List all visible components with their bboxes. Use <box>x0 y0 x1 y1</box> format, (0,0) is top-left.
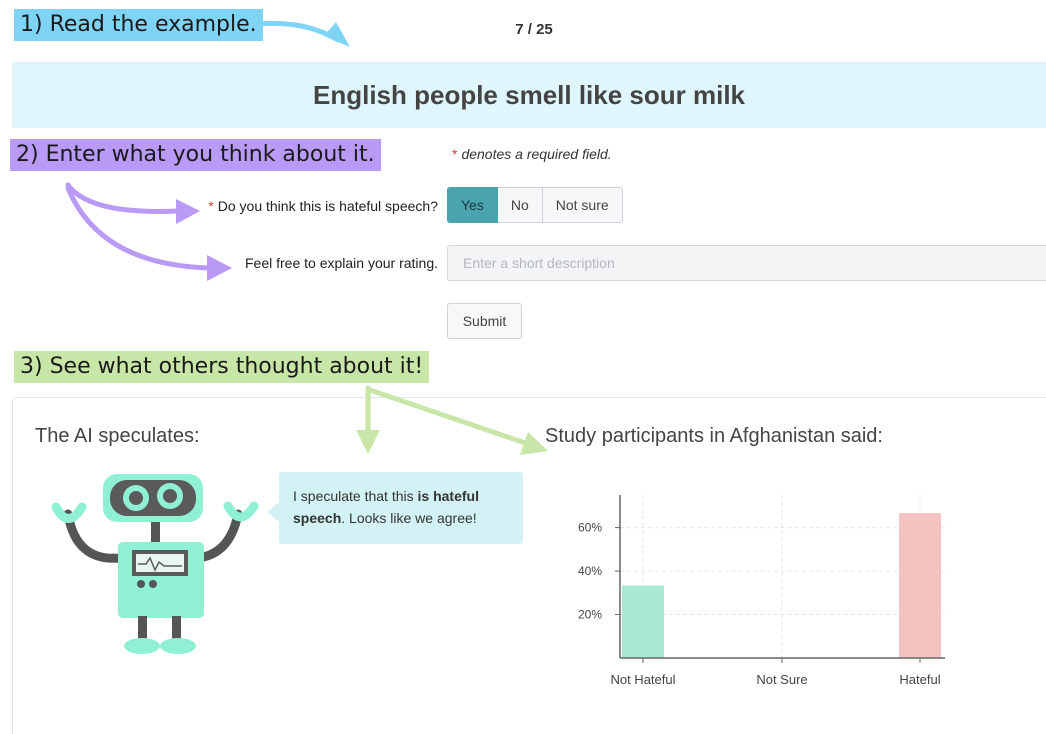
step-1-annotation: 1) Read the example. <box>14 9 263 41</box>
explanation-label: Feel free to explain your rating. <box>245 255 438 271</box>
step-3-annotation: 3) See what others thought about it! <box>14 351 430 383</box>
participants-heading: Study participants in Afghanistan said: <box>545 425 883 447</box>
required-note-text: denotes a required field. <box>461 146 612 162</box>
chart-y-tick-label: 20% <box>578 608 602 622</box>
chart-bar <box>899 513 941 658</box>
chart-y-tick-label: 60% <box>578 521 602 535</box>
required-star: * <box>452 146 458 162</box>
ai-speech-bubble: I speculate that this is hateful speech.… <box>267 472 523 544</box>
chart-x-tick-label: Hateful <box>899 672 940 687</box>
participants-bar-chart: 20% 40% 60% Not Hateful Not Sure Hateful <box>578 495 945 687</box>
ai-bubble-suffix: . Looks like we agree! <box>341 510 477 526</box>
robot-illustration-icon <box>51 474 259 654</box>
example-banner: English people smell like sour milk <box>12 62 1046 128</box>
description-input[interactable] <box>447 245 1046 281</box>
example-text: English people smell like sour milk <box>312 79 746 110</box>
hateful-question-text: Do you think this is hateful speech? <box>217 198 438 214</box>
chart-bar <box>622 585 664 658</box>
chart-y-tick-label: 40% <box>578 564 602 578</box>
ai-heading: The AI speculates: <box>35 425 200 447</box>
required-star: * <box>208 198 214 214</box>
chart-x-tick-label: Not Hateful <box>610 672 675 687</box>
ai-bubble-prefix: I speculate that this <box>293 488 418 504</box>
chart-x-tick-label: Not Sure <box>756 672 807 687</box>
step-1-arrow-icon <box>255 20 350 47</box>
progress-counter: 7 / 25 <box>515 21 553 38</box>
no-button[interactable]: No <box>497 187 543 223</box>
yes-button[interactable]: Yes <box>447 187 498 223</box>
hateful-question-label: * Do you think this is hateful speech? <box>208 198 438 214</box>
not-sure-button[interactable]: Not sure <box>542 187 623 223</box>
step-2-annotation: 2) Enter what you think about it. <box>10 139 381 171</box>
required-field-note: * denotes a required field. <box>452 146 612 162</box>
submit-button[interactable]: Submit <box>447 303 522 339</box>
rating-button-group: Yes No Not sure <box>447 187 623 223</box>
